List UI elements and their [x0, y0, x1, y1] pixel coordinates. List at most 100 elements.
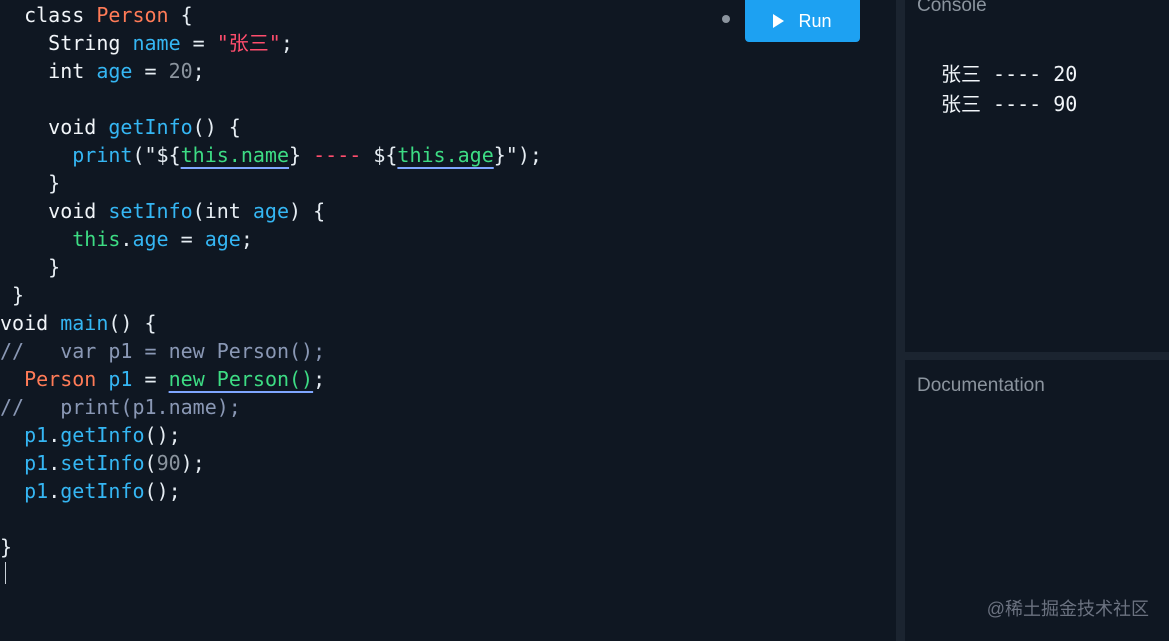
code-token: Person — [96, 3, 169, 27]
code-token: (int — [192, 199, 253, 223]
code-token: String — [0, 31, 133, 55]
play-icon — [773, 14, 785, 28]
code-line[interactable]: } — [0, 169, 60, 197]
code-line[interactable]: } — [0, 281, 24, 309]
console-line: 张三 ---- 20 — [941, 62, 1078, 86]
code-line[interactable]: int age = 20; — [0, 57, 205, 85]
code-line[interactable]: print("${this.name} ---- ${this.age}"); — [0, 141, 542, 169]
code-line[interactable]: void setInfo(int age) { — [0, 197, 325, 225]
code-token: "张三" — [216, 31, 281, 55]
unsaved-indicator-icon — [722, 15, 730, 23]
code-token: } — [0, 171, 61, 195]
code-token: ---- — [313, 143, 362, 167]
code-token: ); — [180, 451, 205, 475]
documentation-title: Documentation — [917, 375, 1045, 396]
code-token: . — [48, 479, 61, 503]
vertical-splitter[interactable] — [896, 0, 905, 641]
code-token: getInfo — [60, 479, 145, 503]
code-token: getInfo — [60, 423, 145, 447]
code-token: age — [252, 199, 290, 223]
code-token: this — [72, 227, 121, 251]
code-line[interactable]: p1.setInfo(90); — [0, 449, 205, 477]
code-token: age — [96, 59, 133, 83]
code-token: ) { — [289, 199, 326, 223]
code-line[interactable]: // var p1 = new Person(); — [0, 337, 325, 365]
code-token: // var p1 = new Person(); — [0, 339, 326, 363]
code-token: class — [0, 3, 97, 27]
code-token: } — [0, 255, 61, 279]
code-line[interactable]: } — [0, 533, 12, 561]
code-line[interactable]: Person p1 = new Person(); — [0, 365, 325, 393]
code-token: this.name — [180, 143, 290, 167]
console-title: Console — [917, 0, 987, 16]
code-editor[interactable]: class Person { String name = "张三"; int a… — [0, 0, 896, 641]
code-token: { — [168, 3, 193, 27]
console-panel: Console 张三 ---- 20 张三 ---- 90 — [905, 0, 1169, 352]
code-token: p1 — [24, 423, 49, 447]
code-token: } — [0, 283, 25, 307]
console-line: 张三 ---- 90 — [941, 92, 1078, 116]
horizontal-splitter[interactable] — [905, 352, 1169, 360]
code-token: (); — [144, 423, 181, 447]
run-button[interactable]: Run — [745, 0, 860, 42]
code-token: Person — [24, 367, 97, 391]
code-line[interactable]: this.age = age; — [0, 225, 253, 253]
code-line[interactable]: void main() { — [0, 309, 157, 337]
code-token: = — [168, 227, 205, 251]
code-token: () { — [108, 311, 157, 335]
watermark: @稀土掘金技术社区 — [986, 599, 1149, 619]
code-token: p1 — [108, 367, 133, 391]
code-token: getInfo — [108, 115, 193, 139]
code-token: ; — [192, 59, 205, 83]
code-token: new Person() — [168, 367, 314, 391]
code-token: int — [0, 59, 97, 83]
code-token: ("${ — [132, 143, 181, 167]
code-token: } — [289, 143, 314, 167]
code-token: ( — [144, 451, 157, 475]
run-button-label: Run — [798, 10, 832, 31]
code-line[interactable]: p1.getInfo(); — [0, 421, 181, 449]
code-token: age — [132, 227, 169, 251]
code-token: p1 — [24, 479, 49, 503]
code-token: // print(p1.name); — [0, 395, 241, 419]
code-token: = — [132, 59, 169, 83]
code-token: () { — [192, 115, 241, 139]
code-token: ; — [240, 227, 253, 251]
code-line[interactable]: class Person { — [0, 1, 193, 29]
code-token: . — [48, 423, 61, 447]
code-token: = — [132, 367, 169, 391]
code-token: this.age — [397, 143, 494, 167]
code-line[interactable]: // print(p1.name); — [0, 393, 241, 421]
code-token: 20 — [168, 59, 193, 83]
code-token: setInfo — [108, 199, 193, 223]
code-token: setInfo — [60, 451, 145, 475]
code-token: 90 — [156, 451, 181, 475]
code-line[interactable]: } — [0, 253, 60, 281]
code-token: . — [48, 451, 61, 475]
code-token: }"); — [493, 143, 542, 167]
code-token: ; — [313, 367, 326, 391]
code-token: = — [180, 31, 217, 55]
code-line[interactable]: String name = "张三"; — [0, 29, 293, 57]
code-token: print — [72, 143, 133, 167]
code-token: age — [204, 227, 241, 251]
code-token: name — [132, 31, 181, 55]
code-token: (); — [144, 479, 181, 503]
code-token: . — [120, 227, 133, 251]
code-token: ; — [280, 31, 293, 55]
code-token: void — [0, 199, 109, 223]
code-token: ${ — [361, 143, 398, 167]
code-token: void — [0, 311, 61, 335]
code-token: } — [0, 535, 13, 559]
text-cursor — [5, 562, 6, 584]
code-line[interactable]: void getInfo() { — [0, 113, 241, 141]
code-token: main — [60, 311, 109, 335]
code-line[interactable]: p1.getInfo(); — [0, 477, 181, 505]
